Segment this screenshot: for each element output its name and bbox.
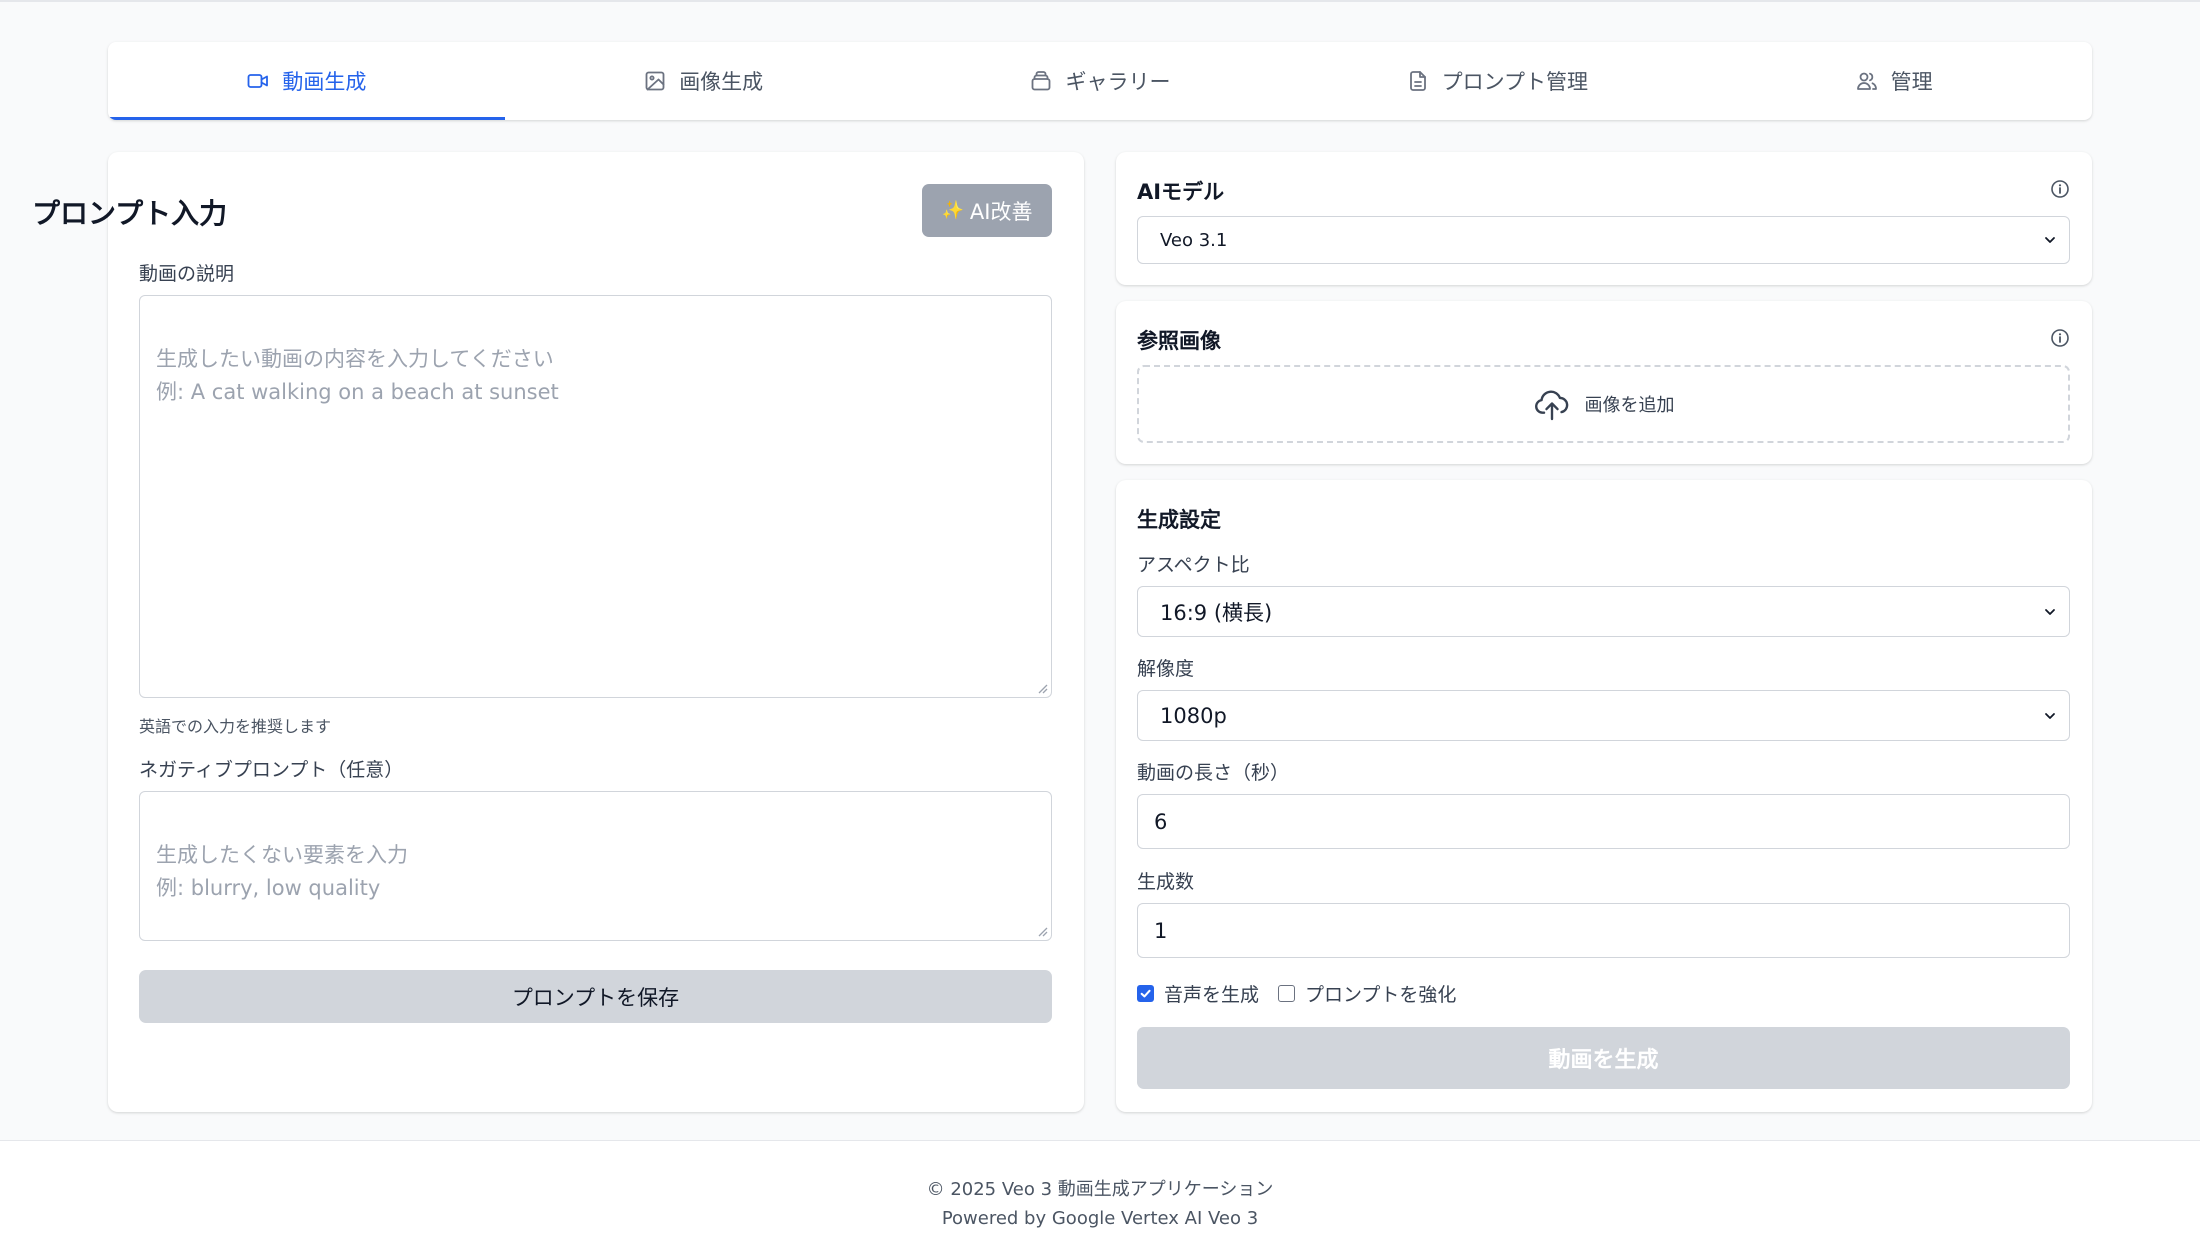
sparkles-icon: ✨ — [941, 200, 964, 221]
tab-label: 動画生成 — [282, 70, 367, 94]
footer: © 2025 Veo 3 動画生成アプリケーション Powered by Goo… — [0, 1140, 2200, 1258]
description-hint: 英語での入力を推奨します — [139, 717, 332, 736]
main-tabs: 動画生成 画像生成 ギャラリー プロンプト管理 管理 — [108, 42, 2092, 120]
document-icon — [1409, 71, 1426, 91]
duration-value: 6 — [1154, 809, 1168, 834]
ai-improve-label: AI改善 — [969, 199, 1033, 224]
aspect-ratio-label: アスペクト比 — [1137, 554, 1250, 576]
ai-model-selected: Veo 3.1 — [1160, 229, 1228, 251]
resize-handle-icon[interactable] — [1036, 682, 1048, 694]
negative-prompt-placeholder: 生成したくない要素を入力 例: blurry, low quality — [156, 843, 408, 900]
checkmark-icon — [1140, 989, 1151, 998]
prompt-card-title: プロンプト入力 — [32, 197, 228, 230]
reference-image-title: 参照画像 — [1137, 329, 1221, 353]
footer-powered-by: Powered by Google Vertex AI Veo 3 — [941, 1208, 1259, 1229]
resolution-selected: 1080p — [1160, 703, 1227, 728]
count-input[interactable]: 1 — [1137, 903, 2070, 958]
generate-video-button[interactable]: 動画を生成 — [1137, 1027, 2070, 1089]
enhance-checkbox-row[interactable]: プロンプトを強化 — [1278, 980, 1456, 1007]
description-placeholder: 生成したい動画の内容を入力してください 例: A cat walking on … — [156, 347, 559, 404]
gallery-icon — [1032, 71, 1051, 91]
aspect-ratio-selected: 16:9 (横長) — [1160, 600, 1273, 625]
duration-label: 動画の長さ（秒） — [1137, 762, 1290, 784]
negative-prompt-textarea[interactable]: 生成したくない要素を入力 例: blurry, low quality — [139, 791, 1052, 941]
video-icon — [247, 74, 269, 88]
enhance-checkbox[interactable] — [1278, 985, 1295, 1002]
tab-label: 画像生成 — [679, 70, 764, 94]
tab-label: プロンプト管理 — [1441, 70, 1588, 94]
cloud-upload-icon — [1534, 390, 1568, 421]
count-label: 生成数 — [1137, 871, 1195, 893]
ai-model-title: AIモデル — [1137, 180, 1225, 204]
audio-checkbox[interactable] — [1137, 985, 1154, 1002]
info-icon[interactable] — [2050, 328, 2070, 348]
tab-gallery[interactable]: ギャラリー — [902, 42, 1299, 120]
chevron-down-icon — [2045, 237, 2055, 243]
enhance-checkbox-label: プロンプトを強化 — [1305, 984, 1457, 1006]
info-icon[interactable] — [2050, 179, 2070, 199]
generation-settings-title: 生成設定 — [1137, 508, 1221, 532]
negative-prompt-label: ネガティブプロンプト（任意） — [139, 759, 404, 781]
tab-prompt-management[interactable]: プロンプト管理 — [1298, 42, 1695, 120]
chevron-down-icon — [2045, 608, 2055, 615]
description-label: 動画の説明 — [139, 263, 235, 285]
audio-checkbox-label: 音声を生成 — [1164, 984, 1260, 1006]
image-icon — [645, 71, 665, 91]
ai-improve-button[interactable]: ✨ AI改善 — [922, 184, 1052, 237]
add-image-label: 画像を追加 — [1584, 395, 1675, 416]
users-icon — [1856, 72, 1877, 90]
add-image-dropzone[interactable]: 画像を追加 — [1137, 365, 2070, 443]
count-value: 1 — [1154, 918, 1168, 943]
chevron-down-icon — [2045, 712, 2055, 719]
save-prompt-button[interactable]: プロンプトを保存 — [139, 970, 1052, 1023]
tab-image-generation[interactable]: 画像生成 — [505, 42, 902, 120]
footer-copyright: © 2025 Veo 3 動画生成アプリケーション — [926, 1179, 1274, 1200]
tab-admin[interactable]: 管理 — [1695, 42, 2092, 120]
audio-checkbox-row[interactable]: 音声を生成 — [1137, 980, 1259, 1007]
tab-label: 管理 — [1890, 70, 1933, 94]
duration-input[interactable]: 6 — [1137, 794, 2070, 849]
tab-video-generation[interactable]: 動画生成 — [108, 42, 505, 120]
description-textarea[interactable]: 生成したい動画の内容を入力してください 例: A cat walking on … — [139, 295, 1052, 698]
resolution-label: 解像度 — [1137, 658, 1195, 680]
ai-model-select[interactable]: Veo 3.1 — [1137, 216, 2070, 264]
resolution-select[interactable]: 1080p — [1137, 690, 2070, 741]
top-border — [0, 0, 2200, 2]
tab-label: ギャラリー — [1065, 70, 1171, 94]
aspect-ratio-select[interactable]: 16:9 (横長) — [1137, 586, 2070, 637]
resize-handle-icon[interactable] — [1036, 925, 1048, 937]
